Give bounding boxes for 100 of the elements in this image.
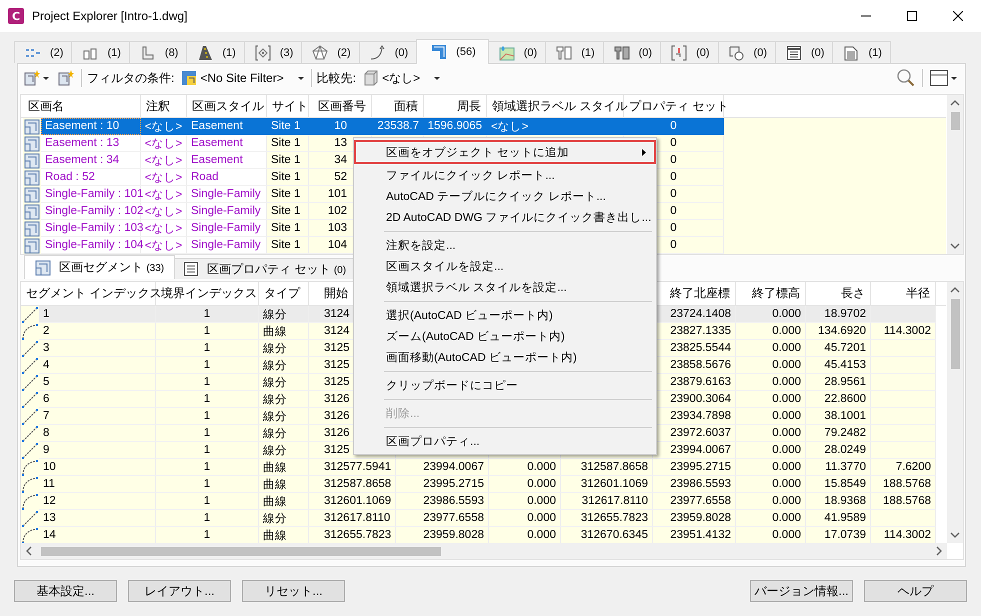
table-cell: Easement	[187, 118, 267, 135]
table-cell: 22.8600	[806, 391, 871, 408]
object-tab[interactable]: (3)	[244, 41, 302, 63]
column-header[interactable]: 周長	[424, 95, 487, 117]
column-header[interactable]: 区画名	[23, 95, 141, 117]
vertical-scrollbar[interactable]	[947, 95, 963, 254]
table-cell: 312617.8110	[561, 493, 653, 510]
table-cell: <なし>	[141, 135, 187, 152]
table-cell: Site 1	[267, 203, 309, 220]
table-row[interactable]: 13 1 線分 312617.8110 23977.6558 0.000 312655.7823 23959.8028 0.000 41.9589	[21, 510, 946, 527]
table-cell: 0.000	[736, 442, 806, 459]
table-cell: <なし>	[141, 169, 187, 186]
column-header[interactable]: サイト	[267, 95, 309, 117]
parcel-icon	[35, 260, 51, 276]
list-icon	[786, 44, 802, 60]
table-cell: 線分	[259, 425, 309, 442]
table-cell: 1596.9065	[424, 118, 487, 135]
dialog-button[interactable]: 基本設定...	[14, 580, 117, 602]
line-segment-icon	[22, 392, 38, 408]
object-tab[interactable]: (0)	[488, 41, 546, 63]
table-cell: Site 1	[267, 220, 309, 237]
column-header[interactable]: 区画番号	[309, 95, 372, 117]
column-header[interactable]: 面積	[372, 95, 424, 117]
detail-tab[interactable]: 区画プロパティ セット (0)	[174, 258, 356, 279]
dialog-button[interactable]: バージョン情報...	[750, 580, 853, 602]
table-cell: 0.000	[736, 459, 806, 476]
menu-item[interactable]: 区画をオブジェクト セットに追加	[354, 140, 656, 164]
table-cell: 14	[39, 527, 156, 543]
table-row[interactable]: 11 1 曲線 312587.8658 23995.2715 0.000 312601.1069 23986.5593 0.000 15.8549 188.5768	[21, 476, 946, 493]
table-cell: 0.000	[489, 459, 561, 476]
site-filter-dropdown[interactable]: <No Site Filter>	[179, 69, 306, 87]
table-cell: 10	[309, 118, 372, 135]
table-cell: 23995.2715	[653, 459, 736, 476]
table-cell: Site 1	[267, 135, 309, 152]
layout-menu-button[interactable]	[928, 69, 959, 87]
new-parcel-button[interactable]	[22, 69, 51, 87]
table-cell: 曲線	[259, 323, 309, 340]
table-cell: 17.0739	[806, 527, 871, 543]
table-cell: 23994.0067	[653, 442, 736, 459]
table-cell: 0.000	[736, 510, 806, 527]
object-tab[interactable]: (1)	[832, 41, 891, 63]
dialog-button[interactable]: リセット...	[242, 580, 345, 602]
table-cell: 1	[156, 510, 259, 527]
bracketed-mark-icon	[671, 44, 688, 60]
table-cell: 0.000	[736, 493, 806, 510]
list-icon	[183, 261, 200, 277]
table-cell: 6	[39, 391, 156, 408]
search-button[interactable]	[895, 68, 917, 88]
table-row[interactable]: Easement : 10 <なし> Easement Site 1 10 23538.7 1596.9065 <なし> 0	[21, 118, 946, 135]
table-cell: 18.9702	[806, 306, 871, 323]
table-row[interactable]: 10 1 曲線 312577.5941 23994.0067 0.000 312587.8658 23995.2715 0.000 11.3770 7.6200	[21, 459, 946, 476]
column-header[interactable]: 半径	[871, 282, 936, 305]
parcel-star-button[interactable]	[56, 69, 76, 87]
table-cell: 38.1001	[806, 408, 871, 425]
column-header[interactable]: 終了標高	[736, 282, 806, 305]
vertical-scrollbar[interactable]	[947, 282, 963, 543]
table-cell: Single-Family : 104	[41, 237, 141, 254]
table-cell: 0.000	[489, 493, 561, 510]
caret-icon	[434, 76, 440, 80]
table-cell: 134.6920	[806, 323, 871, 340]
compare-dropdown[interactable]: <なし>	[361, 68, 442, 88]
table-cell: 1	[156, 442, 259, 459]
menu-item[interactable]: 区画スタイルを設定...	[356, 256, 654, 277]
column-header[interactable]: タイプ	[259, 282, 309, 305]
table-cell: 23995.2715	[396, 476, 489, 493]
object-tab[interactable]: (2)	[14, 41, 72, 63]
caret-icon	[298, 76, 304, 80]
horizontal-scrollbar[interactable]	[21, 543, 947, 559]
table-cell: 23977.6558	[653, 493, 736, 510]
table-cell: 7.6200	[871, 459, 936, 476]
panel-layout-icon	[930, 70, 948, 86]
object-tab[interactable]: (0)	[660, 41, 719, 63]
table-cell: Site 1	[267, 186, 309, 203]
table-cell: 1	[156, 357, 259, 374]
column-header[interactable]: 長さ	[806, 282, 871, 305]
column-header[interactable]: 注釈	[141, 95, 187, 117]
dialog-button[interactable]: ヘルプ	[864, 580, 967, 602]
object-tab[interactable]: (0)	[718, 41, 776, 63]
object-tab[interactable]: (56)	[416, 39, 489, 64]
object-tab[interactable]: (1)	[186, 41, 245, 63]
column-header[interactable]: 区画スタイル	[187, 95, 267, 117]
parcel-star-icon	[24, 70, 40, 86]
detail-tab[interactable]: 区画セグメント (33)	[24, 255, 176, 279]
table-cell: 312655.7823	[561, 510, 653, 527]
table-cell: Single-Family : 101	[41, 186, 141, 203]
table-row[interactable]: 12 1 曲線 312601.1069 23986.5593 0.000 312617.8110 23977.6558 0.000 18.9368 188.5768	[21, 493, 946, 510]
table-cell: <なし>	[141, 186, 187, 203]
table-cell: 312601.1069	[561, 476, 653, 493]
object-tab[interactable]: (0)	[775, 41, 834, 63]
line-segment-icon	[22, 374, 38, 390]
table-cell: 0.000	[736, 357, 806, 374]
search-icon	[897, 69, 915, 87]
table-cell: Single-Family : 103	[41, 220, 141, 237]
table-cell: 312601.1069	[309, 493, 396, 510]
parcel-icon	[431, 44, 448, 60]
line-segment-icon	[22, 426, 38, 442]
dialog-button[interactable]: レイアウト...	[128, 580, 231, 602]
app-logo: C	[8, 8, 24, 24]
line-segment-icon	[22, 442, 38, 458]
table-cell: 8	[39, 425, 156, 442]
